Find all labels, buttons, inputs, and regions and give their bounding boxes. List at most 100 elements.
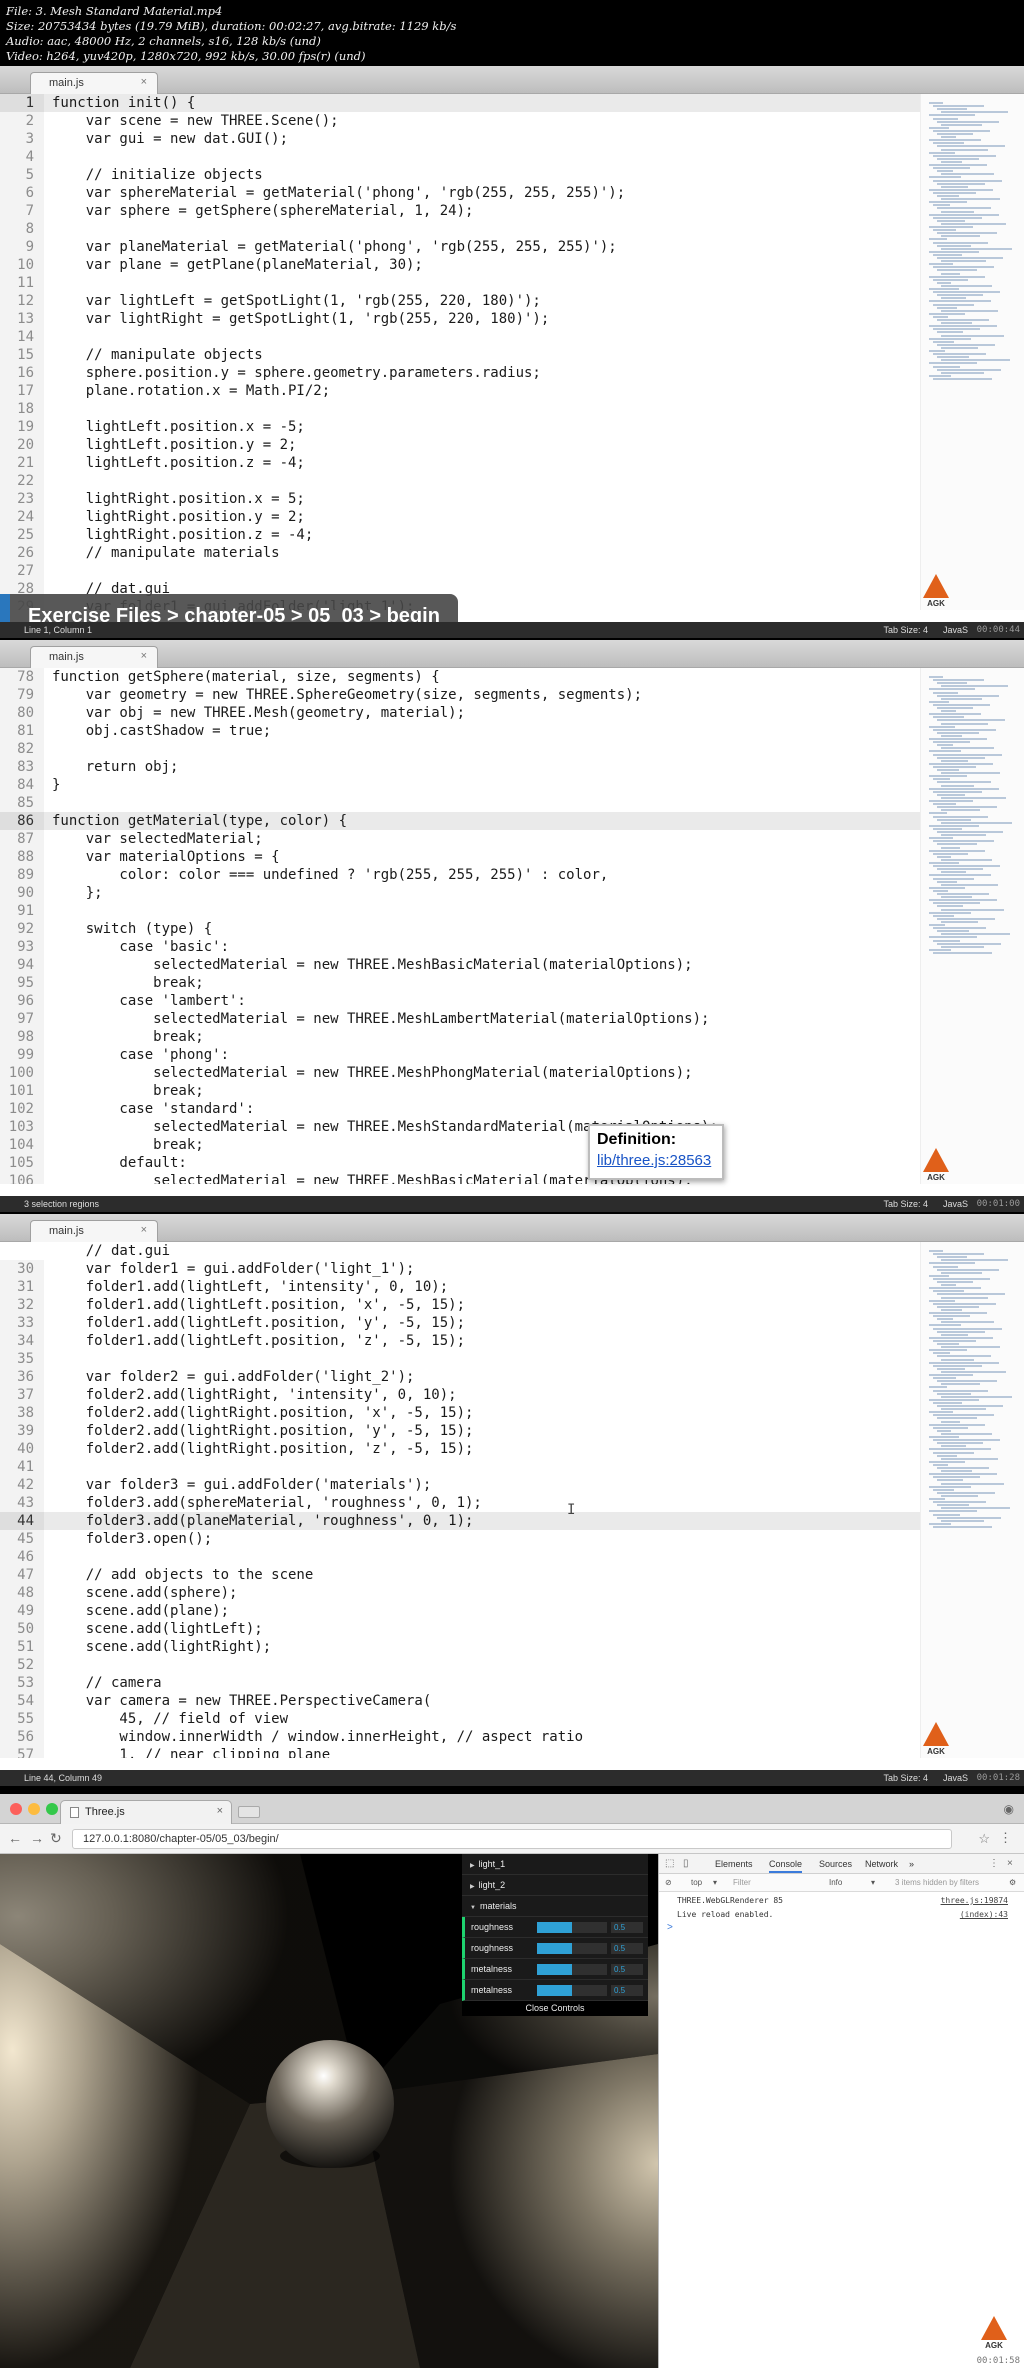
reload-icon[interactable]: ↻	[50, 1830, 62, 1847]
code-line[interactable]: 96 case 'lambert':	[0, 992, 920, 1010]
code-line[interactable]: 15 // manipulate objects	[0, 346, 920, 364]
editor-tab-main-js[interactable]: main.js ×	[30, 1220, 158, 1242]
code-line[interactable]: 84}	[0, 776, 920, 794]
close-icon[interactable]: ×	[141, 650, 147, 662]
code-line[interactable]: 23 lightRight.position.x = 5;	[0, 490, 920, 508]
code-line[interactable]: 13 var lightRight = getSpotLight(1, 'rgb…	[0, 310, 920, 328]
code-line[interactable]: 101 break;	[0, 1082, 920, 1100]
more-tabs-button[interactable]: »	[909, 1859, 914, 1869]
tab-elements[interactable]: Elements	[715, 1859, 753, 1869]
gui-slider[interactable]	[537, 1985, 607, 1996]
code-line[interactable]: 80 var obj = new THREE.Mesh(geometry, ma…	[0, 704, 920, 722]
code-line[interactable]: 27	[0, 562, 920, 580]
code-line[interactable]: 22	[0, 472, 920, 490]
code-line[interactable]: 11	[0, 274, 920, 292]
log-source-link[interactable]: three.js:19874	[941, 1894, 1008, 1908]
code-line[interactable]: 49 scene.add(plane);	[0, 1602, 920, 1620]
maximize-window-icon[interactable]	[46, 1803, 58, 1815]
code-line[interactable]: 1 function init() {	[0, 94, 920, 112]
code-line[interactable]: 88 var materialOptions = {	[0, 848, 920, 866]
minimap[interactable]	[920, 1242, 1024, 1758]
code-line[interactable]: 41	[0, 1458, 920, 1476]
tab-console[interactable]: Console	[769, 1859, 803, 1873]
code-line[interactable]: 98 break;	[0, 1028, 920, 1046]
profile-icon[interactable]: ◉	[1004, 1802, 1014, 1816]
code-line[interactable]: 91	[0, 902, 920, 920]
webgl-viewport[interactable]: ▶ light_1 ▶ light_2 ▼ materials roughness 0.…	[0, 1854, 658, 2368]
code-area[interactable]: 78 function getSphere(material, size, seg…	[0, 668, 920, 1184]
code-line[interactable]: 90 };	[0, 884, 920, 902]
more-options-icon[interactable]: ⋮	[989, 1858, 999, 1869]
code-line[interactable]: 46	[0, 1548, 920, 1566]
code-line[interactable]: 52	[0, 1656, 920, 1674]
code-line[interactable]: 106 selectedMaterial = new THREE.MeshBas…	[0, 1172, 920, 1184]
code-line[interactable]: 99 case 'phong':	[0, 1046, 920, 1064]
code-line[interactable]: 94 selectedMaterial = new THREE.MeshBasi…	[0, 956, 920, 974]
browser-tab[interactable]: Three.js ×	[60, 1800, 232, 1824]
code-line[interactable]: 86 function getMaterial(type, color) {	[0, 812, 920, 830]
editor-tab-main-js[interactable]: main.js ×	[30, 72, 158, 94]
code-line[interactable]: 36 var folder2 = gui.addFolder('light_2'…	[0, 1368, 920, 1386]
code-line[interactable]: 3 var gui = new dat.GUI();	[0, 130, 920, 148]
code-line[interactable]: 83 return obj;	[0, 758, 920, 776]
status-tab-size[interactable]: Tab Size: 4	[883, 1196, 928, 1212]
code-line[interactable]: 7 var sphere = getSphere(sphereMaterial,…	[0, 202, 920, 220]
code-line[interactable]: 14	[0, 328, 920, 346]
code-area[interactable]: 1 function init() {2 var scene = new THRE…	[0, 94, 920, 610]
gui-folder-light-1[interactable]: ▶ light_1	[462, 1854, 648, 1875]
minimap[interactable]	[920, 668, 1024, 1184]
gui-slider[interactable]	[537, 1922, 607, 1933]
code-line[interactable]: 50 scene.add(lightLeft);	[0, 1620, 920, 1638]
code-line[interactable]: 93 case 'basic':	[0, 938, 920, 956]
code-line[interactable]: 82	[0, 740, 920, 758]
code-line[interactable]: 33 folder1.add(lightLeft.position, 'y', …	[0, 1314, 920, 1332]
code-line[interactable]: 102 case 'standard':	[0, 1100, 920, 1118]
code-line[interactable]: 78 function getSphere(material, size, seg…	[0, 668, 920, 686]
code-line[interactable]: 97 selectedMaterial = new THREE.MeshLamb…	[0, 1010, 920, 1028]
status-language[interactable]: JavaS	[943, 1770, 968, 1786]
code-line[interactable]: 79 var geometry = new THREE.SphereGeomet…	[0, 686, 920, 704]
code-line[interactable]: 48 scene.add(sphere);	[0, 1584, 920, 1602]
code-line[interactable]: 12 var lightLeft = getSpotLight(1, 'rgb(…	[0, 292, 920, 310]
gui-folder-materials[interactable]: ▼ materials	[462, 1896, 648, 1917]
code-line[interactable]: 6 var sphereMaterial = getMaterial('phon…	[0, 184, 920, 202]
code-line[interactable]: 26 // manipulate materials	[0, 544, 920, 562]
code-line[interactable]: 103 selectedMaterial = new THREE.MeshSta…	[0, 1118, 920, 1136]
code-line[interactable]: 95 break;	[0, 974, 920, 992]
code-line[interactable]: 2 var scene = new THREE.Scene();	[0, 112, 920, 130]
gui-folder-light-2[interactable]: ▶ light_2	[462, 1875, 648, 1896]
definition-link[interactable]: lib/three.js:28563	[597, 1152, 715, 1169]
clear-console-icon[interactable]: ⊘	[665, 1878, 672, 1887]
gui-value-input[interactable]: 0.5	[611, 1964, 643, 1975]
code-line[interactable]: 40 folder2.add(lightRight.position, 'z',…	[0, 1440, 920, 1458]
code-line[interactable]: 9 var planeMaterial = getMaterial('phong…	[0, 238, 920, 256]
code-line[interactable]: 19 lightLeft.position.x = -5;	[0, 418, 920, 436]
code-line[interactable]: 57 1, // near clipping plane	[0, 1746, 920, 1758]
close-icon[interactable]: ×	[141, 76, 147, 88]
gui-value-input[interactable]: 0.5	[611, 1985, 643, 1996]
new-tab-button[interactable]	[238, 1806, 260, 1818]
device-toggle-icon[interactable]: ▯	[683, 1858, 689, 1869]
menu-dots-icon[interactable]: ⋮	[999, 1830, 1012, 1846]
code-line[interactable]: 100 selectedMaterial = new THREE.MeshPho…	[0, 1064, 920, 1082]
code-line[interactable]: 17 plane.rotation.x = Math.PI/2;	[0, 382, 920, 400]
level-select[interactable]: Info	[829, 1878, 842, 1887]
status-tab-size[interactable]: Tab Size: 4	[883, 1770, 928, 1786]
gui-slider[interactable]	[537, 1943, 607, 1954]
code-line[interactable]: 25 lightRight.position.z = -4;	[0, 526, 920, 544]
gui-value-input[interactable]: 0.5	[611, 1943, 643, 1954]
code-line[interactable]: 20 lightLeft.position.y = 2;	[0, 436, 920, 454]
code-line[interactable]: 10 var plane = getPlane(planeMaterial, 3…	[0, 256, 920, 274]
code-line[interactable]: 21 lightLeft.position.z = -4;	[0, 454, 920, 472]
tab-network[interactable]: Network	[865, 1859, 898, 1869]
code-line[interactable]: 18	[0, 400, 920, 418]
bookmark-star-icon[interactable]: ☆	[978, 1831, 990, 1847]
code-line[interactable]: 32 folder1.add(lightLeft.position, 'x', …	[0, 1296, 920, 1314]
close-icon[interactable]: ×	[141, 1224, 147, 1236]
code-line[interactable]: 53 // camera	[0, 1674, 920, 1692]
console-prompt[interactable]: >	[667, 1922, 673, 1933]
inspect-icon[interactable]: ⬚	[665, 1858, 674, 1869]
back-icon[interactable]: ←	[8, 1830, 22, 1846]
code-line[interactable]: 89 color: color === undefined ? 'rgb(255…	[0, 866, 920, 884]
close-icon[interactable]: ×	[1007, 1858, 1013, 1869]
